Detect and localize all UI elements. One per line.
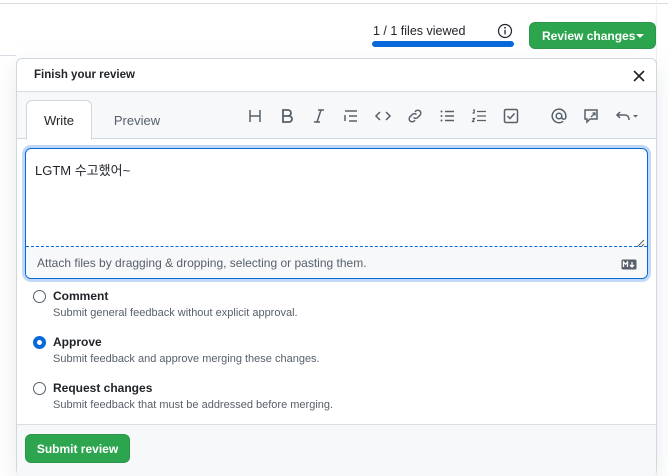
heading-icon[interactable] — [246, 107, 264, 125]
attach-files-bar[interactable]: Attach files by dragging & dropping, sel… — [26, 247, 647, 278]
submit-review-button[interactable]: Submit review — [25, 434, 130, 463]
ordered-list-icon[interactable] — [470, 107, 488, 125]
option-label: Request changes — [53, 381, 153, 395]
files-viewed-counter: 1 / 1 files viewed — [373, 24, 466, 38]
page-divider-left — [0, 55, 16, 56]
task-list-icon[interactable] — [502, 107, 520, 125]
option-label: Comment — [53, 289, 109, 303]
close-icon[interactable] — [633, 69, 645, 82]
finish-review-popover: Finish your review Write Preview LGTM 수고… — [16, 58, 657, 476]
review-changes-button[interactable]: Review changes — [529, 22, 656, 49]
code-icon[interactable] — [374, 107, 392, 125]
editor-tabnav: Write Preview — [17, 92, 656, 140]
info-icon[interactable] — [497, 23, 513, 39]
page-divider — [0, 3, 668, 4]
popover-header: Finish your review — [17, 59, 656, 92]
request-changes-radio[interactable] — [33, 382, 46, 395]
comment-radio[interactable] — [33, 290, 46, 303]
review-changes-label: Review changes — [542, 28, 636, 43]
option-description: Submit general feedback without explicit… — [53, 307, 298, 319]
attach-files-hint: Attach files by dragging & dropping, sel… — [37, 256, 367, 270]
undo-icon[interactable] — [614, 107, 640, 125]
comment-textarea[interactable]: LGTM 수고했어~ — [35, 160, 130, 179]
triangle-down-icon — [636, 34, 644, 38]
files-viewed-progress-bar — [372, 41, 514, 47]
italic-icon[interactable] — [310, 107, 328, 125]
option-label: Approve — [53, 335, 102, 349]
resize-handle-icon[interactable] — [636, 235, 645, 248]
popover-title: Finish your review — [34, 69, 135, 81]
tab-preview[interactable]: Preview — [99, 100, 175, 140]
option-description: Submit feedback and approve merging thes… — [53, 353, 320, 365]
link-icon[interactable] — [406, 107, 424, 125]
approve-radio[interactable] — [33, 336, 46, 349]
review-comment-editor[interactable]: LGTM 수고했어~ Attach files by dragging & dr… — [25, 148, 648, 279]
unordered-list-icon[interactable] — [438, 107, 456, 125]
option-description: Submit feedback that must be addressed b… — [53, 399, 334, 411]
reference-icon[interactable] — [582, 107, 600, 125]
mention-icon[interactable] — [550, 107, 568, 125]
quote-icon[interactable] — [342, 107, 360, 125]
tab-write[interactable]: Write — [26, 100, 92, 140]
popover-footer: Submit review — [17, 424, 656, 476]
bold-icon[interactable] — [278, 107, 296, 125]
markdown-icon — [621, 257, 637, 270]
